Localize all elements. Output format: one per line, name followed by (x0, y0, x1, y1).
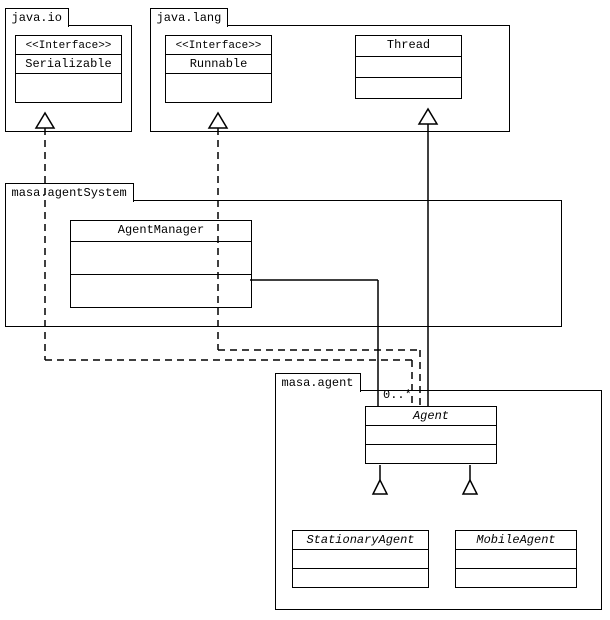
class-thread: Thread (355, 35, 462, 99)
class-compartment (71, 242, 251, 275)
class-compartment (366, 445, 496, 463)
package-masa-agentsystem-label: masa.agentSystem (5, 183, 134, 202)
class-name: StationaryAgent (293, 531, 428, 550)
stereotype-label: <<Interface>> (16, 36, 121, 55)
class-runnable: <<Interface>> Runnable (165, 35, 272, 103)
class-stationaryagent: StationaryAgent (292, 530, 429, 588)
class-agent: Agent (365, 406, 497, 464)
class-compartment (293, 550, 428, 569)
class-compartment (293, 569, 428, 587)
multiplicity-label: 0..* (383, 388, 412, 402)
class-compartment (166, 74, 271, 102)
class-agentmanager: AgentManager (70, 220, 252, 308)
class-compartment (456, 550, 576, 569)
class-name: Runnable (166, 55, 271, 74)
class-compartment (71, 275, 251, 307)
package-masa-agent-label: masa.agent (275, 373, 361, 392)
class-name: Agent (366, 407, 496, 426)
class-name: MobileAgent (456, 531, 576, 550)
package-java-lang-label: java.lang (150, 8, 229, 27)
class-compartment (356, 78, 461, 98)
class-compartment (456, 569, 576, 587)
class-name: AgentManager (71, 221, 251, 242)
class-compartment (356, 57, 461, 78)
class-name: Thread (356, 36, 461, 57)
class-name: Serializable (16, 55, 121, 74)
class-mobileagent: MobileAgent (455, 530, 577, 588)
package-java-io-label: java.io (5, 8, 69, 27)
class-compartment (366, 426, 496, 445)
uml-diagram: java.io <<Interface>> Serializable java.… (0, 0, 610, 620)
stereotype-label: <<Interface>> (166, 36, 271, 55)
class-compartment (16, 74, 121, 102)
class-serializable: <<Interface>> Serializable (15, 35, 122, 103)
